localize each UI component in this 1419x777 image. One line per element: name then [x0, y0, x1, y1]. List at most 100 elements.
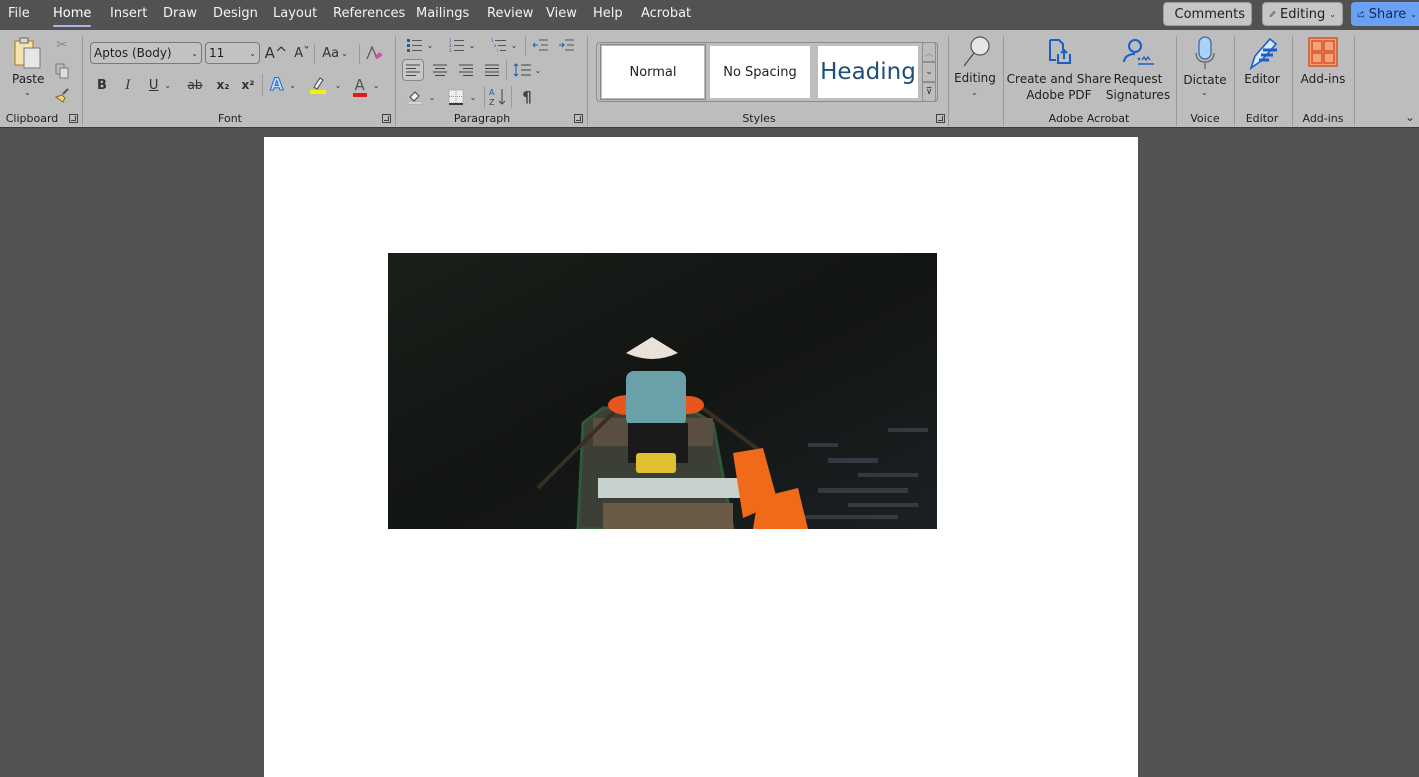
tab-file[interactable]: File [8, 6, 30, 21]
dictate-label: Dictate [1183, 73, 1227, 87]
show-formatting-marks-button[interactable]: ¶ [518, 86, 536, 108]
chevron-down-icon: ⌄ [191, 48, 198, 58]
group-separator [1292, 36, 1293, 126]
tab-design[interactable]: Design [213, 6, 258, 21]
document-canvas [0, 129, 1419, 777]
chevron-down-icon: ⌄ [1410, 9, 1417, 19]
request-signatures-label-1: Request [1113, 72, 1163, 86]
change-case-button[interactable]: Aa ⌄ [320, 42, 350, 64]
cut-button[interactable]: ✂ [54, 36, 70, 54]
tab-mailings[interactable]: Mailings [416, 6, 469, 21]
shrink-font-button[interactable]: Aˇ [292, 42, 312, 64]
voice-group-label: Voice [1190, 112, 1220, 125]
paragraph-dialog-launcher[interactable] [574, 114, 583, 123]
font-name-value: Aptos (Body) [94, 46, 172, 60]
chevron-down-icon: ⌄ [468, 40, 476, 50]
search-icon [963, 36, 990, 67]
separator [262, 74, 263, 96]
borders-icon [448, 89, 464, 105]
styles-dialog-launcher[interactable] [936, 114, 945, 123]
tab-draw[interactable]: Draw [163, 6, 197, 21]
editor-button[interactable] [1242, 34, 1284, 102]
format-painter-icon [54, 88, 69, 103]
editor-group-label: Editor [1245, 112, 1279, 125]
font-size-combo[interactable]: 11 ⌄ [205, 42, 260, 64]
strikethrough-button[interactable]: ab [185, 74, 205, 96]
tab-home[interactable]: Home [53, 6, 92, 27]
tab-view[interactable]: View [546, 6, 577, 21]
text-effects-button[interactable]: A ⌄ [268, 74, 298, 96]
font-color-button[interactable]: A ⌄ [350, 74, 384, 97]
add-ins-button[interactable] [1300, 34, 1346, 102]
ribbon: Paste ⌄ ✂ Clipboard Aptos (Body) ⌄ 11 ⌄ … [0, 30, 1419, 128]
italic-button[interactable]: I [120, 74, 136, 96]
chevron-down-icon: ⌄ [428, 92, 436, 102]
underline-button[interactable]: U ⌄ [145, 74, 175, 96]
justify-button[interactable] [482, 59, 502, 81]
tab-references[interactable]: References [333, 6, 405, 21]
tab-layout[interactable]: Layout [273, 6, 317, 21]
group-separator [948, 36, 949, 126]
style-heading-label: Heading [820, 59, 916, 85]
document-page[interactable] [264, 137, 1138, 777]
font-color-icon: A [352, 77, 367, 97]
underline-icon: U [148, 77, 159, 93]
tab-help[interactable]: Help [593, 6, 623, 21]
separator [525, 36, 526, 56]
format-painter-button[interactable] [54, 86, 70, 104]
sort-button[interactable]: AZ [488, 86, 508, 108]
superscript-button[interactable]: x² [238, 74, 258, 96]
line-spacing-icon [513, 63, 531, 77]
editing-mode-button[interactable]: Editing ⌄ [1262, 2, 1343, 26]
chevron-down-icon: ⌄ [249, 48, 256, 58]
tab-acrobat[interactable]: Acrobat [641, 6, 691, 21]
chevron-down-icon: ⌄ [164, 80, 172, 90]
decrease-indent-button[interactable] [532, 36, 550, 54]
align-center-button[interactable] [430, 59, 450, 81]
style-normal[interactable]: Normal [600, 44, 706, 100]
copy-button[interactable] [54, 62, 70, 80]
styles-scroll-up-button[interactable]: ︿ [922, 42, 936, 62]
inline-image[interactable] [388, 253, 937, 529]
borders-button[interactable]: ⌄ [445, 86, 479, 108]
multilevel-list-button[interactable]: 1ai ⌄ [488, 36, 520, 54]
bullets-button[interactable]: ⌄ [404, 36, 436, 54]
increase-indent-button[interactable] [558, 36, 576, 54]
font-dialog-launcher[interactable] [382, 114, 391, 123]
numbering-button[interactable]: 123 ⌄ [446, 36, 478, 54]
align-left-button[interactable] [402, 59, 424, 81]
styles-group-label: Styles [742, 112, 776, 125]
add-ins-button-label: Add-ins [1300, 72, 1346, 86]
highlight-color-button[interactable]: ⌄ [308, 74, 342, 96]
paste-button[interactable]: Paste ⌄ [10, 36, 46, 102]
comments-button[interactable]: Comments [1163, 2, 1252, 26]
subscript-button[interactable]: x₂ [213, 74, 233, 96]
boat-photo [388, 253, 937, 529]
separator [506, 60, 507, 80]
grow-font-button[interactable]: A^ [264, 42, 288, 64]
style-heading[interactable]: Heading [818, 46, 918, 98]
change-case-icon: Aa [322, 45, 340, 61]
bold-button[interactable]: B [94, 74, 110, 96]
align-right-button[interactable] [456, 59, 476, 81]
clipboard-dialog-launcher[interactable] [69, 114, 78, 123]
shading-button[interactable]: ⌄ [404, 86, 438, 108]
styles-scroll-down-button[interactable]: ⌄ [922, 62, 936, 82]
style-no-spacing[interactable]: No Spacing [710, 46, 810, 98]
collapse-ribbon-button[interactable]: ⌄ [1405, 110, 1415, 124]
tab-insert[interactable]: Insert [110, 6, 147, 21]
create-share-pdf-label-2: Adobe PDF [1026, 88, 1092, 102]
align-center-icon [433, 64, 447, 76]
clear-formatting-button[interactable] [364, 42, 384, 64]
add-ins-icon [1308, 37, 1338, 67]
chevron-down-icon: ⌄ [469, 92, 477, 102]
line-spacing-button[interactable]: ⌄ [511, 59, 543, 81]
paint-bucket-icon [407, 91, 422, 105]
sort-icon: AZ [489, 88, 506, 107]
tab-review[interactable]: Review [487, 6, 533, 21]
grow-font-icon: A^ [264, 44, 288, 62]
font-name-combo[interactable]: Aptos (Body) ⌄ [90, 42, 202, 64]
share-button[interactable]: Share ⌄ [1351, 2, 1419, 26]
clear-formatting-icon [366, 45, 383, 60]
styles-more-button[interactable]: ⊽ [922, 82, 936, 102]
